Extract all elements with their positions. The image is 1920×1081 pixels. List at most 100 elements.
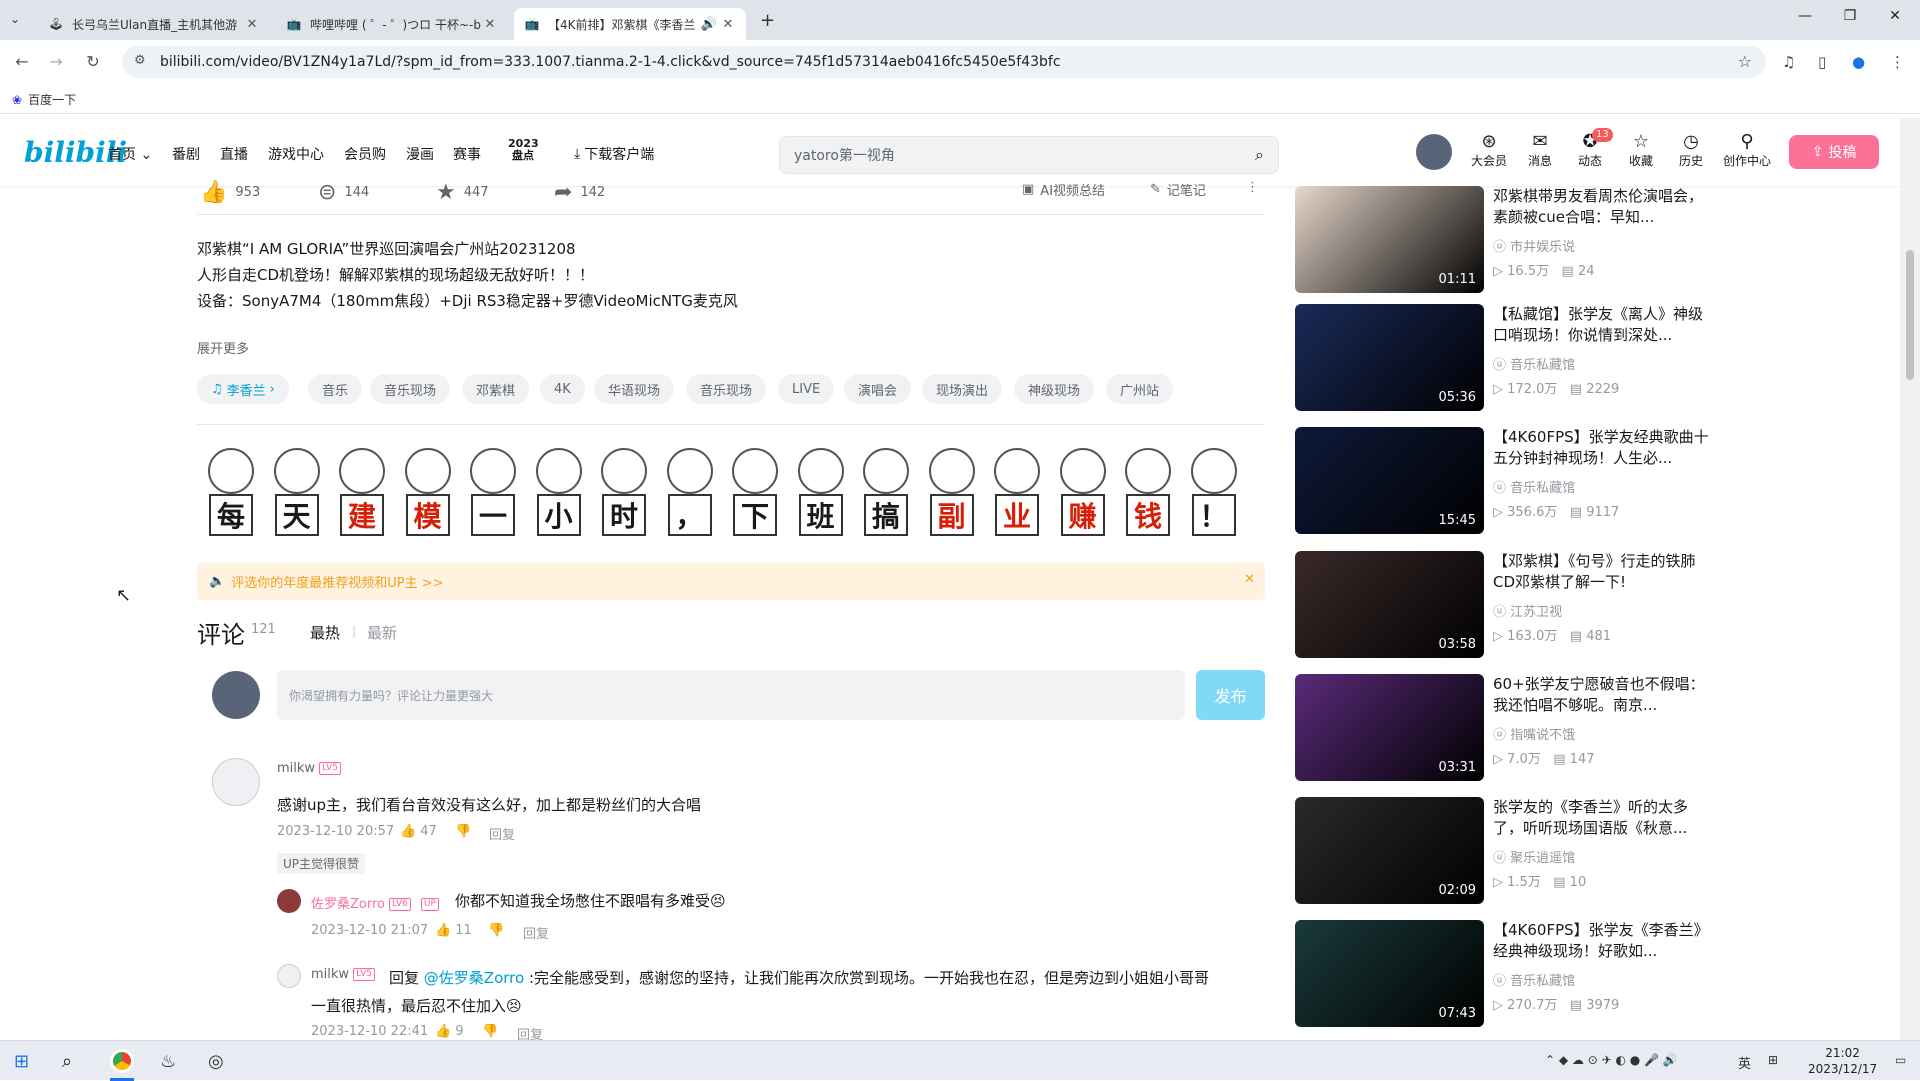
thumbs-down-icon[interactable]: 👎 <box>488 923 504 938</box>
like-button[interactable]: 👍 953 <box>200 180 260 205</box>
close-window-icon[interactable]: ✕ <box>1875 8 1915 24</box>
tag[interactable]: 邓紫棋 <box>462 374 530 404</box>
recommend-up[interactable]: ⓤ 江苏卫视 <box>1493 601 1562 620</box>
recommend-title[interactable]: 【4K60FPS】张学友经典歌曲十五分钟封神现场！人生必... <box>1493 427 1713 469</box>
tag[interactable]: 音乐 <box>308 374 363 404</box>
close-icon[interactable]: ✕ <box>244 17 260 32</box>
search-input[interactable]: yatoro第一视角 ⌕ <box>779 136 1279 174</box>
close-icon[interactable]: ✕ <box>720 17 736 32</box>
recommend-card[interactable]: 05:36 【私藏馆】张学友《离人》神级口哨现场！你说情到深处... ⓤ 音乐私藏馆… <box>1295 304 1715 412</box>
minimize-icon[interactable]: — <box>1785 8 1825 24</box>
download-client-link[interactable]: ⤓ 下载客户端 <box>574 144 654 164</box>
new-tab-icon[interactable]: + <box>760 10 775 31</box>
close-icon[interactable]: ✕ <box>1244 572 1255 587</box>
favorite-button[interactable]: ★ 447 <box>436 180 489 205</box>
recommend-card[interactable]: 03:31 60+张学友宁愿破音也不假唱：我还怕唱不够呢。南京... ⓤ 指嘴说不饿… <box>1295 674 1715 782</box>
nav-shop[interactable]: 会员购 <box>344 144 386 164</box>
ime-indicator[interactable]: 英 <box>1738 1053 1751 1072</box>
steam-icon[interactable]: ♨ <box>160 1051 176 1072</box>
recommend-up[interactable]: ⓤ 聚乐逍遥馆 <box>1493 847 1575 866</box>
back-icon[interactable]: ← <box>12 52 32 71</box>
thumbs-down-icon[interactable]: 👎 <box>482 1024 498 1039</box>
nav-game-center[interactable]: 游戏中心 <box>268 144 324 164</box>
post-button[interactable]: 发布 <box>1196 670 1265 720</box>
comment-user[interactable]: milkw LV5 <box>311 967 375 982</box>
header-history[interactable]: ◷ 历史 <box>1669 132 1713 169</box>
tag[interactable]: 演唱会 <box>844 374 912 404</box>
share-button[interactable]: ➦ 142 <box>554 180 605 205</box>
clock[interactable]: 21:02 2023/12/17 <box>1808 1045 1877 1077</box>
forward-icon[interactable]: → <box>46 52 66 71</box>
notification-icon[interactable]: ▭ <box>1895 1053 1906 1067</box>
avatar[interactable] <box>277 964 301 988</box>
tray-icons[interactable]: ⌃ ◆ ☁ ⊙ ✈ ◐ ● 🎤 🔊 <box>1545 1053 1678 1067</box>
expand-more-link[interactable]: 展开更多 <box>197 338 249 357</box>
avatar[interactable] <box>1416 134 1452 170</box>
recommend-title[interactable]: 邓紫棋带男友看周杰伦演唱会，素颜被cue合唱：早知... <box>1493 186 1713 228</box>
address-bar[interactable]: ⚙ bilibili.com/video/BV1ZN4y1a7Ld/?spm_i… <box>122 46 1766 78</box>
header-message[interactable]: ✉ 消息 <box>1518 132 1562 169</box>
tab-list-icon[interactable]: ⌄ <box>10 12 20 26</box>
menu-icon[interactable]: ⋮ <box>1890 53 1905 71</box>
recommend-card[interactable]: 03:58 【邓紫棋】《句号》行走的铁肺CD邓紫棋了解一下! ⓤ 江苏卫视 ▷ 163… <box>1295 551 1715 659</box>
restore-icon[interactable]: ❐ <box>1830 8 1870 24</box>
reply-button[interactable]: 回复 <box>523 923 549 942</box>
reload-icon[interactable]: ↻ <box>83 52 103 71</box>
video-thumbnail[interactable]: 07:43 <box>1295 920 1484 1027</box>
nav-esports[interactable]: 赛事 <box>453 144 481 164</box>
profile-icon[interactable]: ● <box>1852 53 1865 71</box>
reply-button[interactable]: 回复 <box>489 824 515 843</box>
tag[interactable]: 现场演出 <box>922 374 1003 404</box>
header-favorites[interactable]: ☆ 收藏 <box>1619 132 1663 169</box>
recommend-up[interactable]: ⓤ 音乐私藏馆 <box>1493 354 1575 373</box>
recommend-card[interactable]: 01:11 邓紫棋带男友看周杰伦演唱会，素颜被cue合唱：早知... ⓤ 市井娱乐说… <box>1295 186 1715 294</box>
comment-input[interactable]: 你渴望拥有力量吗？评论让力量更强大 <box>277 670 1185 720</box>
nav-home[interactable]: 首页 ⌄ <box>108 144 152 164</box>
avatar[interactable] <box>277 889 301 913</box>
browser-tab-2[interactable]: 📺 哔哩哔哩 ( ゜- ゜)つロ 干杯~-bi ✕ <box>276 8 508 40</box>
browser-tab-1[interactable]: 🕹 长弓乌兰Ulan直播_主机其他游 ✕ <box>38 8 270 40</box>
scrollbar-thumb[interactable] <box>1906 250 1914 380</box>
sort-hot-tab[interactable]: 最热 <box>310 622 340 643</box>
comment-like-button[interactable]: 👍 47 <box>400 824 437 839</box>
recommend-up[interactable]: ⓤ 市井娱乐说 <box>1493 236 1575 255</box>
notes-button[interactable]: ✎ 记笔记 <box>1150 180 1206 199</box>
comment-user[interactable]: milkw LV5 <box>277 761 341 776</box>
app-icon[interactable]: ◎ <box>208 1051 224 1072</box>
recommend-up[interactable]: ⓤ 指嘴说不饿 <box>1493 724 1575 743</box>
keyboard-icon[interactable]: ⊞ <box>1768 1053 1778 1067</box>
upload-button[interactable]: ⇪ 投稿 <box>1789 135 1879 169</box>
tag[interactable]: 华语现场 <box>594 374 675 404</box>
coin-button[interactable]: ⊜ 144 <box>318 180 369 205</box>
tag[interactable]: 音乐现场 <box>370 374 451 404</box>
more-icon[interactable]: ⋮ <box>1246 180 1259 195</box>
header-creator[interactable]: ⚲ 创作中心 <box>1720 132 1774 169</box>
nav-manga[interactable]: 漫画 <box>406 144 434 164</box>
recommend-card[interactable]: 07:43 【4K60FPS】张学友《李香兰》经典神级现场！好歌如... ⓤ 音乐私… <box>1295 920 1715 1028</box>
bookmark-star-icon[interactable]: ☆ <box>1738 52 1752 71</box>
year-review-badge[interactable]: 2023 盘点 <box>508 138 539 162</box>
search-icon[interactable]: ⌕ <box>62 1051 72 1072</box>
recommend-title[interactable]: 60+张学友宁愿破音也不假唱：我还怕唱不够呢。南京... <box>1493 674 1713 716</box>
video-thumbnail[interactable]: 02:09 <box>1295 797 1484 904</box>
tag[interactable]: 4K <box>540 374 585 404</box>
activity-banner[interactable]: 🔈 评选你的年度最推荐视频和UP主 >> ✕ <box>197 563 1265 600</box>
recommend-card[interactable]: 02:09 张学友的《李香兰》听的太多了，听听现场国语版《秋意... ⓤ 聚乐逍遥馆… <box>1295 797 1715 905</box>
mention-link[interactable]: @佐罗桑Zorro <box>424 969 524 987</box>
header-dynamic[interactable]: ✪ 动态 13 <box>1568 128 1613 169</box>
audio-playing-icon[interactable]: 🔊 <box>698 17 720 32</box>
ai-summary-button[interactable]: ▣ AI视频总结 <box>1022 180 1105 199</box>
search-icon[interactable]: ⌕ <box>1255 145 1264 165</box>
comment-like-button[interactable]: 👍 11 <box>435 923 472 938</box>
nav-live[interactable]: 直播 <box>220 144 248 164</box>
tag[interactable]: 神级现场 <box>1014 374 1095 404</box>
tag[interactable]: LIVE <box>778 374 835 404</box>
windows-start-icon[interactable]: ⊞ <box>14 1051 29 1072</box>
sort-new-tab[interactable]: 最新 <box>367 622 397 643</box>
tag[interactable]: 广州站 <box>1106 374 1174 404</box>
recommend-title[interactable]: 张学友的《李香兰》听的太多了，听听现场国语版《秋意... <box>1493 797 1713 839</box>
recommend-title[interactable]: 【邓紫棋】《句号》行走的铁肺CD邓紫棋了解一下! <box>1493 551 1713 593</box>
comment-user[interactable]: 佐罗桑Zorro LV6 UP <box>311 893 439 912</box>
recommend-card[interactable]: 15:45 【4K60FPS】张学友经典歌曲十五分钟封神现场！人生必... ⓤ 音乐… <box>1295 427 1715 535</box>
thumbs-down-icon[interactable]: 👎 <box>455 824 471 839</box>
